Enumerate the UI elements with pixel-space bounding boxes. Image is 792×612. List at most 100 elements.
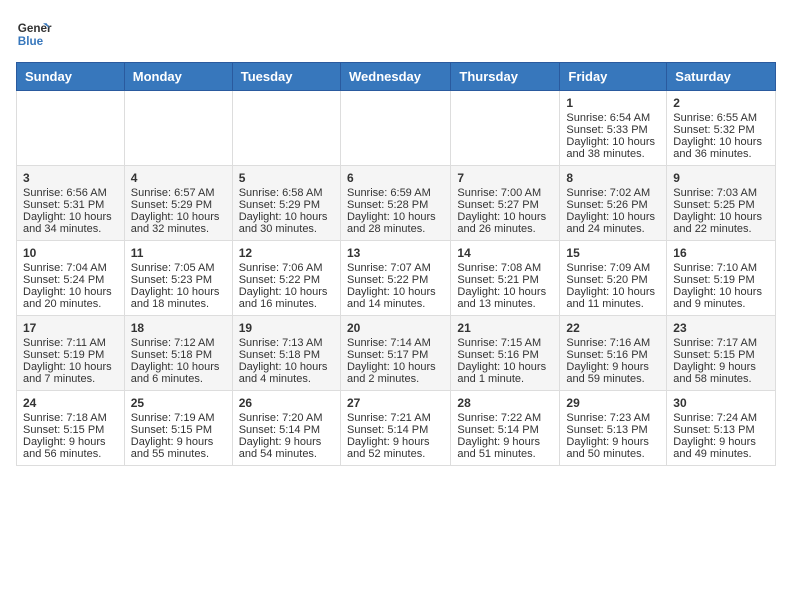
sunrise-text: Sunrise: 7:18 AM [23, 412, 107, 424]
sunset-text: Sunset: 5:18 PM [239, 349, 320, 361]
daylight-text: Daylight: 9 hours and 56 minutes. [23, 436, 106, 460]
daylight-text: Daylight: 10 hours and 24 minutes. [566, 211, 655, 235]
daylight-text: Daylight: 9 hours and 49 minutes. [673, 436, 756, 460]
day-number: 6 [347, 171, 444, 185]
sunrise-text: Sunrise: 7:15 AM [457, 337, 541, 349]
sunset-text: Sunset: 5:13 PM [673, 424, 754, 436]
day-number: 1 [566, 96, 660, 110]
daylight-text: Daylight: 10 hours and 38 minutes. [566, 136, 655, 160]
sunset-text: Sunset: 5:15 PM [23, 424, 104, 436]
sunrise-text: Sunrise: 7:13 AM [239, 337, 323, 349]
sunrise-text: Sunrise: 7:07 AM [347, 262, 431, 274]
calendar-cell: 12Sunrise: 7:06 AMSunset: 5:22 PMDayligh… [232, 241, 340, 316]
logo-icon: General Blue [16, 16, 52, 52]
calendar-cell: 7Sunrise: 7:00 AMSunset: 5:27 PMDaylight… [451, 166, 560, 241]
sunrise-text: Sunrise: 7:23 AM [566, 412, 650, 424]
sunrise-text: Sunrise: 7:16 AM [566, 337, 650, 349]
calendar-cell: 10Sunrise: 7:04 AMSunset: 5:24 PMDayligh… [17, 241, 125, 316]
daylight-text: Daylight: 10 hours and 4 minutes. [239, 361, 328, 385]
calendar-cell: 6Sunrise: 6:59 AMSunset: 5:28 PMDaylight… [340, 166, 450, 241]
sunset-text: Sunset: 5:29 PM [131, 199, 212, 211]
sunrise-text: Sunrise: 6:57 AM [131, 187, 215, 199]
calendar-cell [340, 91, 450, 166]
day-number: 14 [457, 246, 553, 260]
day-number: 17 [23, 321, 118, 335]
day-number: 26 [239, 396, 334, 410]
logo: General Blue [16, 16, 52, 52]
sunset-text: Sunset: 5:16 PM [566, 349, 647, 361]
daylight-text: Daylight: 10 hours and 7 minutes. [23, 361, 112, 385]
sunset-text: Sunset: 5:33 PM [566, 124, 647, 136]
sunrise-text: Sunrise: 6:54 AM [566, 112, 650, 124]
day-number: 8 [566, 171, 660, 185]
daylight-text: Daylight: 10 hours and 34 minutes. [23, 211, 112, 235]
daylight-text: Daylight: 10 hours and 13 minutes. [457, 286, 546, 310]
day-number: 11 [131, 246, 226, 260]
calendar-cell: 19Sunrise: 7:13 AMSunset: 5:18 PMDayligh… [232, 316, 340, 391]
sunrise-text: Sunrise: 7:22 AM [457, 412, 541, 424]
day-number: 23 [673, 321, 769, 335]
sunset-text: Sunset: 5:13 PM [566, 424, 647, 436]
daylight-text: Daylight: 10 hours and 28 minutes. [347, 211, 436, 235]
calendar-week-row: 17Sunrise: 7:11 AMSunset: 5:19 PMDayligh… [17, 316, 776, 391]
calendar-cell: 9Sunrise: 7:03 AMSunset: 5:25 PMDaylight… [667, 166, 776, 241]
sunrise-text: Sunrise: 7:10 AM [673, 262, 757, 274]
calendar-cell: 17Sunrise: 7:11 AMSunset: 5:19 PMDayligh… [17, 316, 125, 391]
calendar-cell: 8Sunrise: 7:02 AMSunset: 5:26 PMDaylight… [560, 166, 667, 241]
sunset-text: Sunset: 5:15 PM [673, 349, 754, 361]
day-number: 20 [347, 321, 444, 335]
calendar-week-row: 24Sunrise: 7:18 AMSunset: 5:15 PMDayligh… [17, 391, 776, 466]
weekday-header: Friday [560, 63, 667, 91]
day-number: 12 [239, 246, 334, 260]
sunrise-text: Sunrise: 6:56 AM [23, 187, 107, 199]
svg-text:Blue: Blue [18, 35, 44, 48]
daylight-text: Daylight: 9 hours and 54 minutes. [239, 436, 322, 460]
calendar-cell: 15Sunrise: 7:09 AMSunset: 5:20 PMDayligh… [560, 241, 667, 316]
daylight-text: Daylight: 9 hours and 50 minutes. [566, 436, 649, 460]
sunset-text: Sunset: 5:17 PM [347, 349, 428, 361]
daylight-text: Daylight: 10 hours and 20 minutes. [23, 286, 112, 310]
calendar-table: SundayMondayTuesdayWednesdayThursdayFrid… [16, 62, 776, 466]
day-number: 25 [131, 396, 226, 410]
daylight-text: Daylight: 9 hours and 59 minutes. [566, 361, 649, 385]
daylight-text: Daylight: 9 hours and 58 minutes. [673, 361, 756, 385]
calendar-cell: 13Sunrise: 7:07 AMSunset: 5:22 PMDayligh… [340, 241, 450, 316]
daylight-text: Daylight: 10 hours and 9 minutes. [673, 286, 762, 310]
sunrise-text: Sunrise: 7:02 AM [566, 187, 650, 199]
calendar-cell: 23Sunrise: 7:17 AMSunset: 5:15 PMDayligh… [667, 316, 776, 391]
calendar-cell [451, 91, 560, 166]
calendar-cell: 28Sunrise: 7:22 AMSunset: 5:14 PMDayligh… [451, 391, 560, 466]
sunset-text: Sunset: 5:15 PM [131, 424, 212, 436]
sunset-text: Sunset: 5:18 PM [131, 349, 212, 361]
sunrise-text: Sunrise: 7:06 AM [239, 262, 323, 274]
daylight-text: Daylight: 10 hours and 2 minutes. [347, 361, 436, 385]
calendar-cell [232, 91, 340, 166]
weekday-header: Thursday [451, 63, 560, 91]
calendar-cell: 27Sunrise: 7:21 AMSunset: 5:14 PMDayligh… [340, 391, 450, 466]
sunrise-text: Sunrise: 7:04 AM [23, 262, 107, 274]
weekday-header-row: SundayMondayTuesdayWednesdayThursdayFrid… [17, 63, 776, 91]
day-number: 28 [457, 396, 553, 410]
sunset-text: Sunset: 5:22 PM [347, 274, 428, 286]
sunset-text: Sunset: 5:16 PM [457, 349, 538, 361]
sunrise-text: Sunrise: 7:21 AM [347, 412, 431, 424]
weekday-header: Tuesday [232, 63, 340, 91]
calendar-cell [124, 91, 232, 166]
day-number: 16 [673, 246, 769, 260]
day-number: 5 [239, 171, 334, 185]
sunrise-text: Sunrise: 7:08 AM [457, 262, 541, 274]
sunset-text: Sunset: 5:19 PM [23, 349, 104, 361]
sunset-text: Sunset: 5:21 PM [457, 274, 538, 286]
sunset-text: Sunset: 5:27 PM [457, 199, 538, 211]
calendar-cell: 29Sunrise: 7:23 AMSunset: 5:13 PMDayligh… [560, 391, 667, 466]
sunset-text: Sunset: 5:14 PM [239, 424, 320, 436]
day-number: 30 [673, 396, 769, 410]
sunrise-text: Sunrise: 7:00 AM [457, 187, 541, 199]
sunrise-text: Sunrise: 6:55 AM [673, 112, 757, 124]
daylight-text: Daylight: 9 hours and 55 minutes. [131, 436, 214, 460]
calendar-cell: 4Sunrise: 6:57 AMSunset: 5:29 PMDaylight… [124, 166, 232, 241]
sunrise-text: Sunrise: 7:05 AM [131, 262, 215, 274]
sunrise-text: Sunrise: 7:20 AM [239, 412, 323, 424]
day-number: 24 [23, 396, 118, 410]
calendar-cell: 1 Sunrise: 6:54 AMSunset: 5:33 PMDaylight… [560, 91, 667, 166]
